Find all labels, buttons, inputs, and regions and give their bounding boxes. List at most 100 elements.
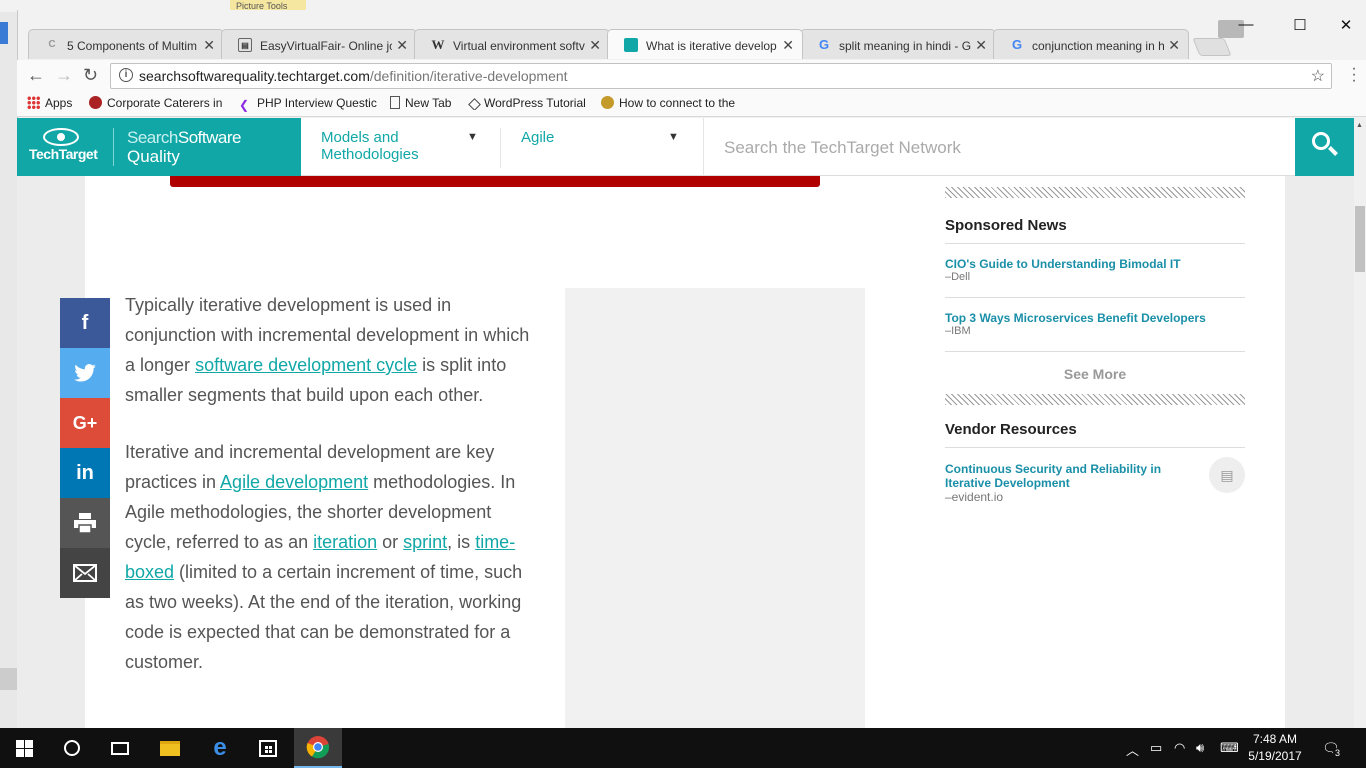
reload-icon[interactable]: ↻	[83, 65, 98, 86]
chevron-down-icon[interactable]: ▼	[467, 131, 478, 143]
search-icon	[1312, 132, 1330, 150]
wifi-icon[interactable]: ◠	[1174, 740, 1185, 756]
link-agile-development[interactable]: Agile development	[220, 472, 368, 492]
nav-models-methodologies[interactable]: Models and Methodologies	[321, 129, 451, 163]
tab-components-multimedia[interactable]: C 5 Components of Multim ✕	[28, 29, 224, 59]
notification-center-icon[interactable]: 🗨︎ 3	[1322, 740, 1343, 758]
vendor-resource-item[interactable]: Continuous Security and Reliability in I…	[945, 448, 1245, 504]
task-view-icon[interactable]	[96, 728, 144, 768]
news-source: –IBM	[945, 325, 971, 337]
vendor-resources-heading: Vendor Resources	[945, 421, 1077, 438]
link-software-development-cycle[interactable]: software development cycle	[195, 355, 417, 375]
close-tab-icon[interactable]: ✕	[589, 37, 601, 54]
facebook-icon[interactable]: f	[60, 298, 110, 348]
wikipedia-favicon: W	[431, 37, 445, 52]
nav-divider	[500, 128, 501, 168]
article-body: Typically iterative development is used …	[125, 290, 535, 704]
close-window-button[interactable]: ✕	[1326, 16, 1366, 34]
chrome-menu-icon[interactable]: · · ·	[1348, 61, 1360, 89]
left-edge-tab	[0, 668, 17, 690]
tray-chevron-icon[interactable]: ︿	[1126, 740, 1139, 759]
page-scrollbar[interactable]: ▲	[1354, 118, 1366, 728]
print-icon[interactable]	[60, 498, 110, 548]
cortana-search-icon[interactable]	[48, 728, 96, 768]
bookmark-new-tab[interactable]: New Tab	[390, 96, 451, 110]
tab-iterative-development[interactable]: What is iterative develop ✕	[607, 29, 803, 59]
bookmark-corporate-caterers[interactable]: Corporate Caterers in	[89, 96, 224, 110]
caterer-icon	[89, 96, 102, 109]
chrome-taskbar-icon[interactable]	[294, 728, 342, 768]
site-logo[interactable]: TechTarget SearchSoftware Quality	[17, 118, 301, 176]
address-bar[interactable]: i searchsoftwarequality.techtarget.com/d…	[110, 63, 1332, 89]
twitter-icon[interactable]	[60, 348, 110, 398]
social-share-bar: f G+ in	[60, 298, 110, 598]
forward-icon[interactable]: →	[55, 65, 73, 86]
file-explorer-icon[interactable]	[146, 728, 194, 768]
generic-favicon: C	[48, 39, 56, 50]
linkedin-icon[interactable]: in	[60, 448, 110, 498]
hatch-divider	[945, 187, 1245, 198]
volume-icon[interactable]: 🔊︎	[1196, 740, 1204, 756]
web-page: TechTarget SearchSoftware Quality Models…	[17, 118, 1354, 728]
news-title[interactable]: CIO's Guide to Understanding Bimodal IT	[945, 257, 1245, 271]
email-icon[interactable]	[60, 548, 110, 598]
tab-virtual-environment[interactable]: W Virtual environment softv ✕	[414, 29, 610, 59]
back-icon[interactable]: ←	[27, 65, 45, 86]
tab-easyvirtualfair[interactable]: ▤ EasyVirtualFair- Online jc ✕	[221, 29, 417, 59]
google-favicon: G	[1011, 37, 1023, 52]
techtarget-logo-text: TechTarget	[29, 146, 98, 162]
left-window-edge	[0, 22, 8, 44]
bookmarks-bar: Apps Corporate Caterers in ❮ PHP Intervie…	[17, 92, 1366, 117]
paragraph-2: Iterative and incremental development ar…	[125, 442, 523, 672]
windows-taskbar: e ︿ ▭ ◠ 🔊︎ ⌨ 7:48 AM 5/19/2017 🗨︎ 3	[0, 728, 1366, 768]
page-icon	[390, 96, 400, 109]
page-favicon: ▤	[238, 38, 252, 52]
bookmark-php-interview[interactable]: ❮ PHP Interview Questic	[239, 96, 377, 112]
connect-icon	[601, 96, 614, 109]
clock-date: 5/19/2017	[1248, 749, 1302, 763]
link-sprint[interactable]: sprint	[403, 532, 447, 552]
bookmark-star-icon[interactable]: ☆	[1311, 66, 1325, 86]
close-tab-icon[interactable]: ✕	[396, 37, 408, 54]
news-source: –Dell	[945, 271, 971, 283]
start-button[interactable]	[0, 728, 48, 768]
edge-icon[interactable]: e	[196, 728, 244, 768]
scroll-up-icon[interactable]: ▲	[1356, 122, 1363, 129]
link-iteration[interactable]: iteration	[313, 532, 377, 552]
tab-split-meaning[interactable]: G split meaning in hindi - G ✕	[800, 29, 996, 59]
nav-agile[interactable]: Agile	[521, 129, 554, 146]
see-more-button[interactable]: See More	[945, 352, 1245, 394]
scrollbar-thumb[interactable]	[1355, 206, 1365, 272]
vendor-title[interactable]: Continuous Security and Reliability in I…	[945, 462, 1195, 490]
maximize-button[interactable]: ☐	[1280, 16, 1320, 34]
search-button[interactable]	[1295, 118, 1354, 176]
new-tab-button[interactable]	[1192, 38, 1232, 56]
battery-icon[interactable]: ▭	[1150, 740, 1162, 756]
news-item[interactable]: CIO's Guide to Understanding Bimodal IT …	[945, 244, 1245, 298]
bookmark-apps[interactable]: Apps	[27, 96, 72, 110]
store-icon[interactable]	[244, 728, 292, 768]
close-tab-icon[interactable]: ✕	[975, 37, 987, 54]
chevron-down-icon[interactable]: ▼	[668, 131, 679, 143]
url-path: /definition/iterative-development	[369, 68, 568, 84]
close-tab-icon[interactable]: ✕	[203, 37, 215, 54]
google-plus-icon[interactable]: G+	[60, 398, 110, 448]
red-banner[interactable]	[170, 176, 820, 187]
php-icon: ❮	[239, 98, 250, 112]
minimize-button[interactable]: —	[1226, 16, 1266, 33]
keyboard-icon[interactable]: ⌨	[1220, 740, 1239, 756]
bookmark-how-to-connect[interactable]: How to connect to the	[601, 96, 741, 110]
tab-conjunction-meaning[interactable]: G conjunction meaning in h ✕	[993, 29, 1189, 59]
right-sidebar: Sponsored News CIO's Guide to Understand…	[945, 176, 1245, 504]
info-icon[interactable]: i	[119, 68, 133, 82]
news-item[interactable]: Top 3 Ways Microservices Benefit Develop…	[945, 298, 1245, 352]
notification-count: 3	[1333, 748, 1343, 758]
bookmark-wordpress[interactable]: WordPress Tutorial	[468, 96, 586, 110]
news-title[interactable]: Top 3 Ways Microservices Benefit Develop…	[945, 311, 1245, 325]
hatch-divider	[945, 394, 1245, 405]
sponsored-news-heading: Sponsored News	[945, 217, 1067, 234]
close-tab-icon[interactable]: ✕	[1168, 37, 1180, 54]
site-search-input[interactable]: Search the TechTarget Network	[703, 118, 1295, 176]
system-clock[interactable]: 7:48 AM 5/19/2017	[1245, 731, 1305, 765]
close-tab-icon[interactable]: ✕	[782, 37, 794, 54]
